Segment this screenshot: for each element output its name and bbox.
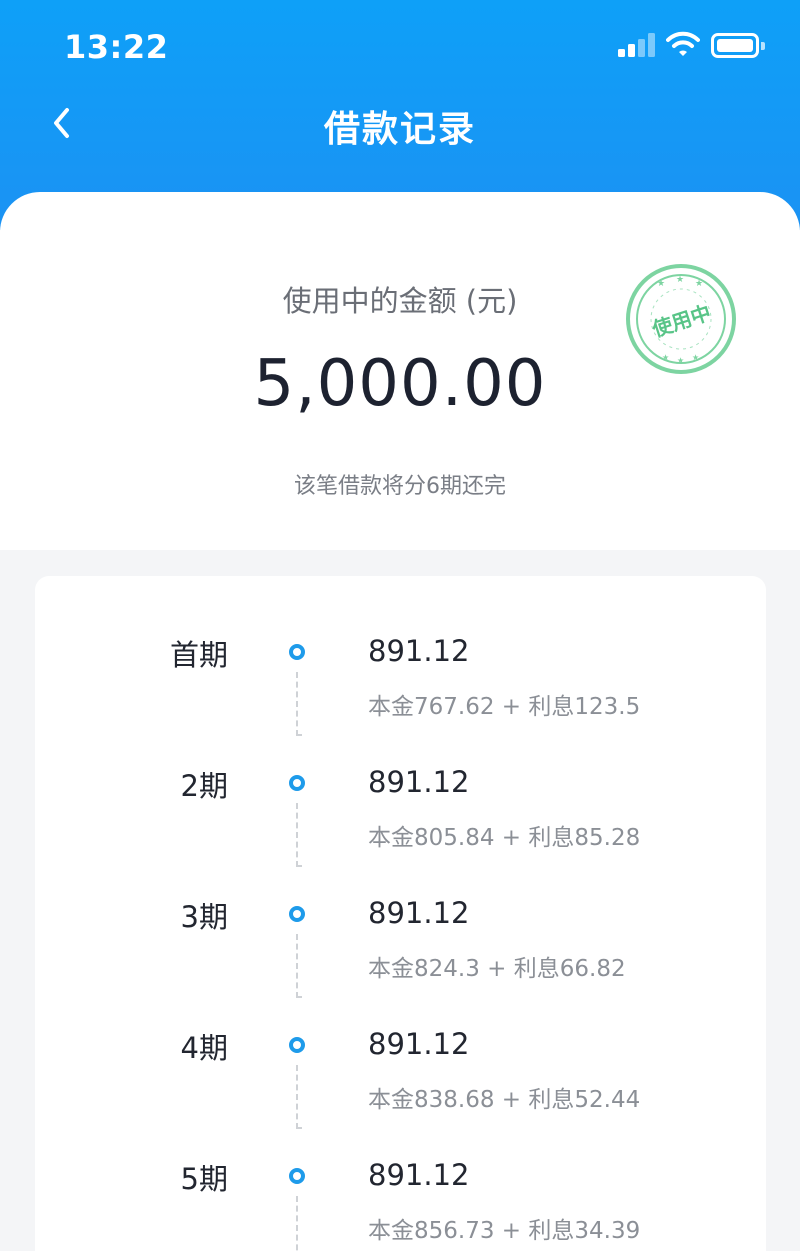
installment-period: 5期 <box>180 1162 228 1196</box>
in-use-stamp: ★ ★ ★ ★ ★ ★ 使用中 <box>624 262 738 376</box>
timeline-node <box>289 1037 305 1053</box>
installment-item: 首期 891.12 本金767.62 + 利息123.5 <box>35 576 766 736</box>
installment-note: 该笔借款将分6期还完 <box>294 474 506 499</box>
status-time: 13:22 <box>64 28 169 66</box>
installment-amount: 891.12 <box>368 1027 470 1061</box>
repayment-plan-list: 首期 891.12 本金767.62 + 利息123.5 2期 891.12 本… <box>35 576 766 1251</box>
installment-period: 4期 <box>180 1031 228 1065</box>
installment-period: 3期 <box>180 900 228 934</box>
installment-amount: 891.12 <box>368 896 470 930</box>
installment-item: 4期 891.12 本金838.68 + 利息52.44 <box>35 969 766 1129</box>
installment-item: 3期 891.12 本金824.3 + 利息66.82 <box>35 838 766 998</box>
cellular-signal-icon <box>618 33 658 57</box>
timeline-node <box>289 906 305 922</box>
battery-icon <box>711 33 765 58</box>
page-title: 借款记录 <box>323 109 476 150</box>
installment-amount: 891.12 <box>368 634 470 668</box>
installment-item: 5期 891.12 本金856.73 + 利息34.39 <box>35 1100 766 1251</box>
installment-amount: 891.12 <box>368 765 470 799</box>
wifi-icon <box>666 30 700 58</box>
loan-summary-card: 使用中的金额 (元) 5,000.00 该笔借款将分6期还完 ★ ★ ★ ★ ★… <box>0 192 800 550</box>
timeline-node <box>289 644 305 660</box>
loan-record-screen: 13:22 借款记录 使用中的金额 (元) 5,000.00 该笔借款将分6期还… <box>0 0 800 1251</box>
timeline-node <box>289 775 305 791</box>
installment-period: 首期 <box>169 638 228 672</box>
installment-item: 2期 891.12 本金805.84 + 利息85.28 <box>35 707 766 867</box>
installment-amount: 891.12 <box>368 1158 470 1192</box>
status-bar: 13:22 <box>0 0 800 90</box>
timeline-node <box>289 1168 305 1184</box>
nav-bar: 借款记录 <box>0 90 800 160</box>
installment-breakdown: 本金856.73 + 利息34.39 <box>368 1218 641 1244</box>
timeline-connector <box>296 1196 298 1251</box>
installment-period: 2期 <box>180 769 228 803</box>
